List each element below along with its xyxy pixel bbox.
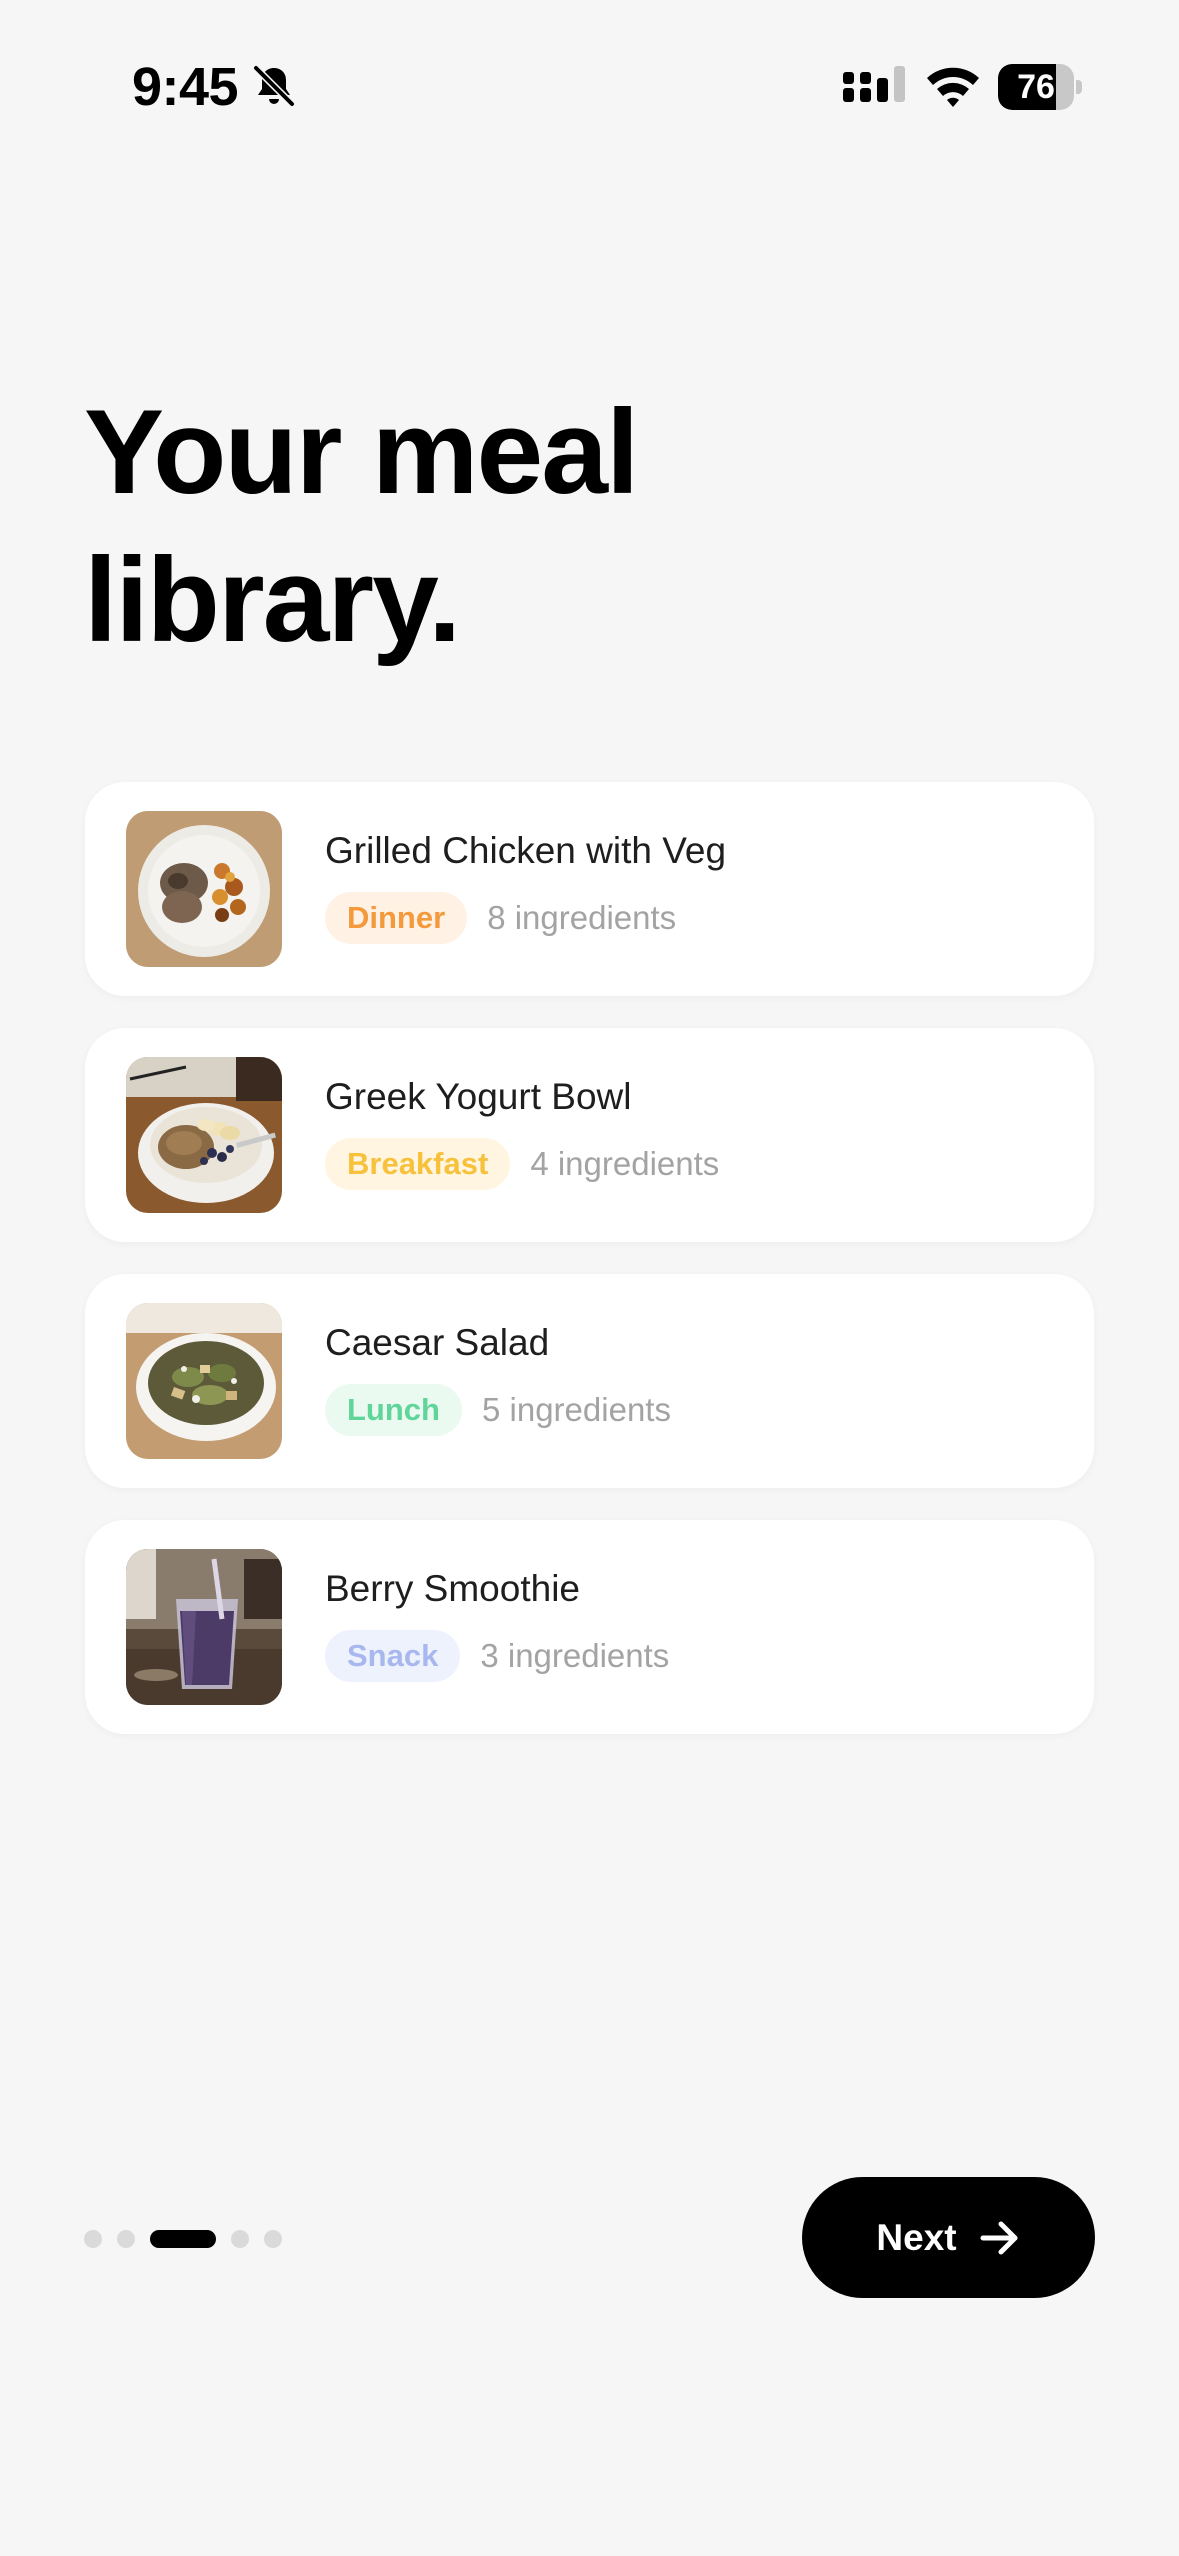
ingredient-count: 4 ingredients [530,1145,720,1182]
meal-meta: Breakfast 4 ingredients [325,1138,719,1190]
meal-meta: Snack 3 ingredients [325,1630,669,1682]
onboarding-screen: 9:45 76 Your meal library. Grilled Chick… [0,0,1179,2556]
status-time: 9:45 [132,57,239,117]
ingredient-count: 8 ingredients [487,899,677,936]
meal-thumbnail-caesar-salad [126,1303,282,1459]
next-button[interactable]: Next [802,2177,1095,2298]
category-badge: Breakfast [325,1138,511,1190]
battery-percent: 76 [1017,68,1055,106]
ingredient-count: 5 ingredients [482,1391,671,1428]
page-dot [264,2230,282,2248]
meal-name: Greek Yogurt Bowl [325,1076,632,1117]
title-line-2: library. [84,533,461,667]
arrow-right-icon [980,2221,1018,2254]
meal-name: Caesar Salad [325,1322,550,1363]
ingredient-count: 3 ingredients [480,1637,670,1674]
bell-muted-icon [253,65,295,107]
meal-name: Berry Smoothie [325,1568,580,1609]
page-indicator [84,2229,297,2249]
meal-list: Grilled Chicken with Veg Dinner 8 ingred… [85,782,1094,1766]
meal-card[interactable]: Caesar Salad Lunch 5 ingredients [85,1274,1094,1488]
meal-thumbnail-grilled-chicken [126,811,282,967]
category-badge: Snack [325,1630,461,1682]
wifi-icon [927,67,979,107]
status-bar: 9:45 76 [0,0,1179,170]
meal-name: Grilled Chicken with Veg [325,830,727,871]
meal-thumbnail-yogurt-bowl [126,1057,282,1213]
meal-card[interactable]: Greek Yogurt Bowl Breakfast 4 ingredient… [85,1028,1094,1242]
meal-thumbnail-berry-smoothie [126,1549,282,1705]
title-line-1: Your meal [84,385,639,519]
next-label: Next [876,2216,957,2258]
page-title: Your meal library. [84,378,984,674]
category-badge: Lunch [325,1384,462,1436]
battery-indicator: 76 [998,64,1082,110]
page-dot [231,2230,249,2248]
cellular-signal-icon [843,66,905,102]
page-dot-active [150,2230,216,2248]
meal-card[interactable]: Grilled Chicken with Veg Dinner 8 ingred… [85,782,1094,996]
category-badge: Dinner [325,892,468,944]
meal-card[interactable]: Berry Smoothie Snack 3 ingredients [85,1520,1094,1734]
page-dot [117,2230,135,2248]
meal-meta: Lunch 5 ingredients [325,1384,671,1436]
meal-meta: Dinner 8 ingredients [325,892,676,944]
page-dot [84,2230,102,2248]
